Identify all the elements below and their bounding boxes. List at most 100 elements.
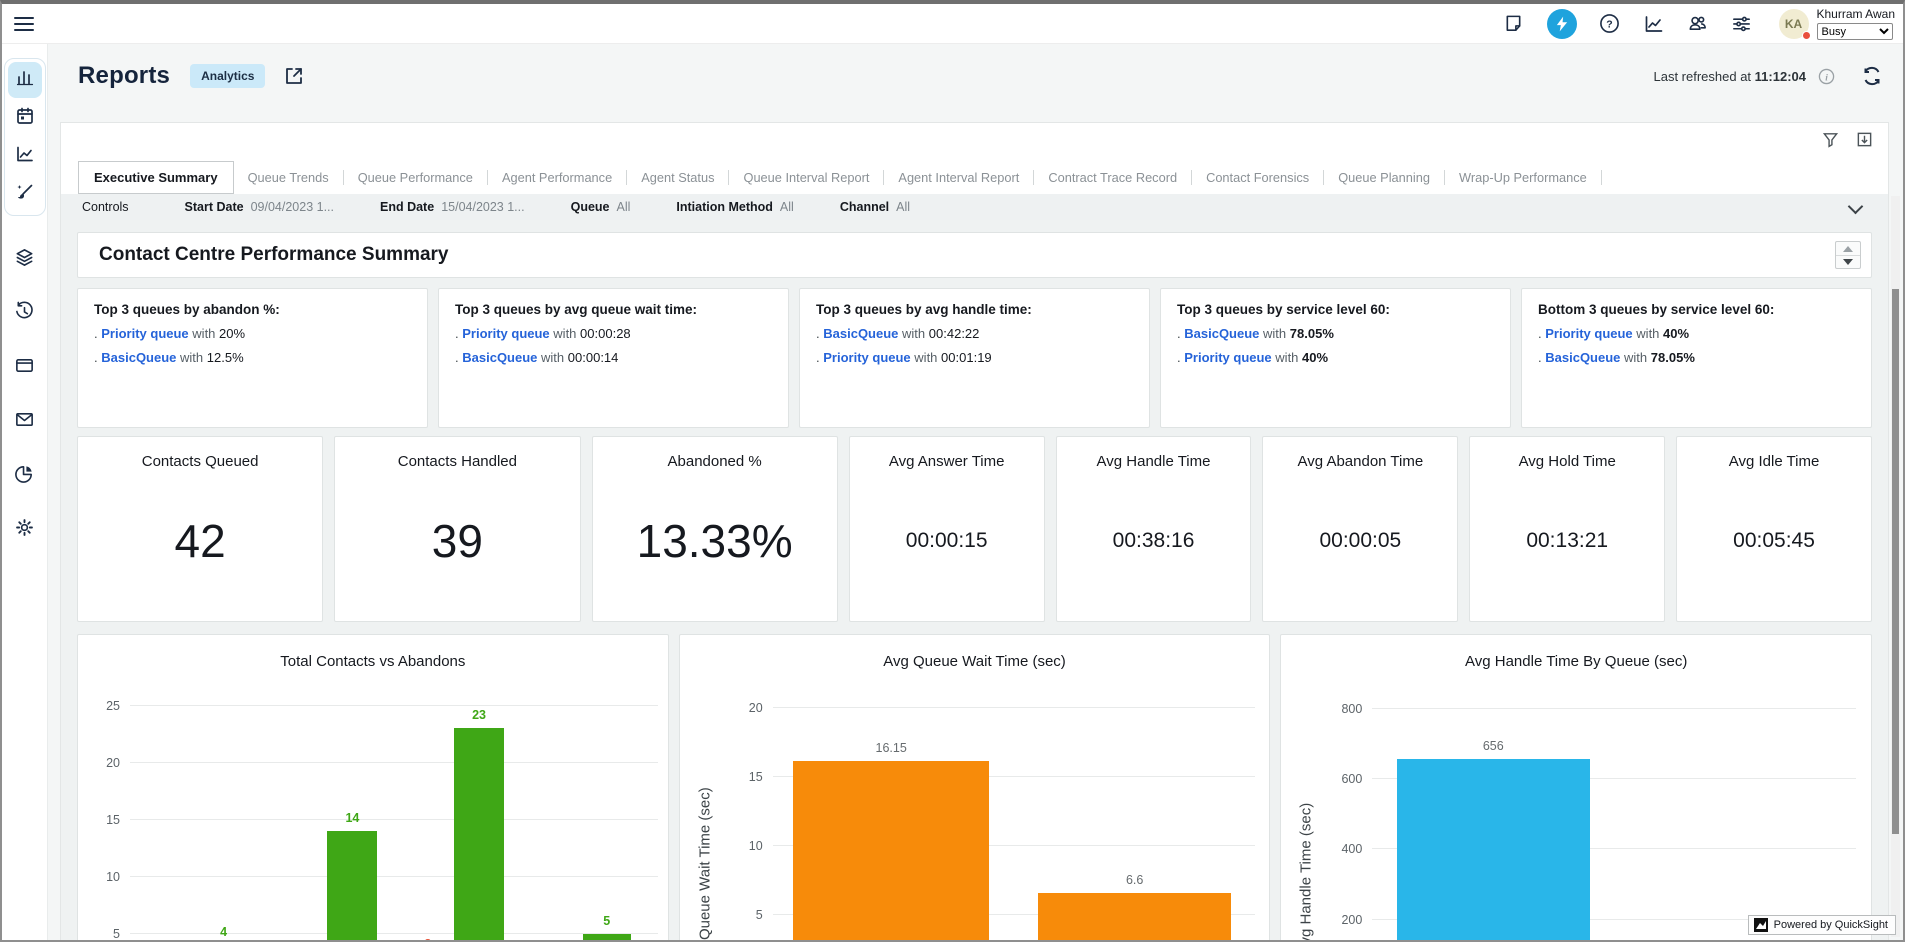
insight-title: Top 3 queues by avg queue wait time: <box>455 302 772 317</box>
sidebar-item-bar-chart[interactable] <box>8 62 42 98</box>
tab-agent-status[interactable]: Agent Status <box>627 170 728 185</box>
kpi-abandoned-pct: Abandoned % 13.33% <box>592 436 838 622</box>
export-icon[interactable] <box>1856 131 1874 149</box>
queue-link[interactable]: Priority queue <box>1545 326 1632 341</box>
queue-link[interactable]: BasicQueue <box>462 350 537 365</box>
gear-icon <box>14 517 35 543</box>
y-axis-tick-label: 200 <box>1341 913 1362 927</box>
kpi-label: Avg Idle Time <box>1729 453 1820 470</box>
sheet-scroll-spinner <box>1835 241 1861 269</box>
tab-agent-interval-report[interactable]: Agent Interval Report <box>884 170 1033 185</box>
tab-wrap-up-performance[interactable]: Wrap-Up Performance <box>1445 170 1601 185</box>
spinner-up-button[interactable] <box>1836 242 1860 255</box>
chart-plot-area: 510152016.156.6 <box>773 693 1256 940</box>
filter-initiation-method[interactable]: Intiation MethodAll <box>676 200 793 214</box>
tab-queue-interval-report[interactable]: Queue Interval Report <box>729 170 883 185</box>
sidebar-item-design[interactable] <box>8 176 42 212</box>
sidebar-item-pie-chart[interactable] <box>8 458 42 494</box>
bar-avg-handle-time[interactable] <box>1397 759 1590 940</box>
filter-funnel-icon[interactable] <box>1822 131 1840 149</box>
info-icon[interactable]: i <box>1818 68 1835 85</box>
sidebar-item-settings[interactable] <box>8 512 42 548</box>
queue-link[interactable]: Priority queue <box>1184 350 1271 365</box>
queue-link[interactable]: BasicQueue <box>101 350 176 365</box>
tab-executive-summary[interactable]: Executive Summary <box>78 161 234 194</box>
bar-value-label: 6.6 <box>1126 873 1143 887</box>
filter-queue[interactable]: QueueAll <box>571 200 631 214</box>
kpi-label: Contacts Queued <box>142 453 259 470</box>
kpi-value: 13.33% <box>637 514 793 568</box>
insight-card-abandon: Top 3 queues by abandon %: . Priority qu… <box>77 288 428 428</box>
sidebar-item-window[interactable] <box>8 350 42 386</box>
insight-line: . BasicQueue with 12.5% <box>94 350 411 365</box>
y-axis-tick-label: 25 <box>106 699 120 713</box>
y-axis-tick-label: 5 <box>113 927 120 940</box>
tab-queue-performance[interactable]: Queue Performance <box>344 170 487 185</box>
sidebar-item-calendar[interactable] <box>8 100 42 136</box>
queue-link[interactable]: Priority queue <box>462 326 549 341</box>
bar-total-contacts[interactable] <box>327 831 377 940</box>
filter-channel[interactable]: ChannelAll <box>840 200 910 214</box>
spinner-down-button[interactable] <box>1836 255 1860 268</box>
bar-avg-queue-wait-time[interactable] <box>1038 893 1231 940</box>
help-icon[interactable]: ? <box>1599 13 1621 35</box>
sidebar-item-mail[interactable] <box>8 404 42 440</box>
sidebar-item-history[interactable] <box>8 296 42 332</box>
vertical-scrollbar[interactable] <box>1891 196 1900 937</box>
insight-title: Top 3 queues by service level 60: <box>1177 302 1494 317</box>
queue-link[interactable]: Priority queue <box>823 350 910 365</box>
analytics-line-chart-icon[interactable] <box>1643 13 1665 35</box>
user-name: Khurram Awan <box>1817 7 1896 21</box>
queue-link[interactable]: BasicQueue <box>1545 350 1620 365</box>
controls-collapse-chevron-icon[interactable] <box>1850 203 1862 215</box>
insight-card-handle-time: Top 3 queues by avg handle time: . Basic… <box>799 288 1150 428</box>
tab-agent-performance[interactable]: Agent Performance <box>488 170 626 185</box>
filter-end-date[interactable]: End Date15/04/2023 1... <box>380 200 525 214</box>
hamburger-menu-icon[interactable] <box>14 17 34 31</box>
bar-total-contacts[interactable] <box>454 728 504 940</box>
kpi-avg-idle-time: Avg Idle Time 00:05:45 <box>1676 436 1872 622</box>
layers-icon <box>14 247 35 273</box>
tab-queue-planning[interactable]: Queue Planning <box>1324 170 1444 185</box>
page-header: Reports Analytics Last refreshed at 11:1… <box>48 44 1903 108</box>
status-dot <box>1802 31 1811 40</box>
report-tabs: Executive Summary Queue Trends Queue Per… <box>61 161 1888 194</box>
powered-by-quicksight-badge: Powered by QuickSight <box>1748 915 1896 935</box>
design-brush-icon <box>15 182 35 207</box>
bar-value-label: 4 <box>220 925 227 939</box>
sidebar-item-layers[interactable] <box>8 242 42 278</box>
kpi-label: Avg Hold Time <box>1519 453 1616 470</box>
notes-icon[interactable] <box>1503 13 1525 35</box>
quick-actions-bolt-icon[interactable] <box>1547 9 1577 39</box>
kpi-value: 00:05:45 <box>1733 529 1815 553</box>
sidebar-item-line-chart[interactable] <box>8 138 42 174</box>
insight-title: Top 3 queues by abandon %: <box>94 302 411 317</box>
tab-contract-trace-record[interactable]: Contract Trace Record <box>1034 170 1191 185</box>
chart-plot-area: 200400600800656 <box>1372 693 1856 940</box>
mail-icon <box>14 409 35 435</box>
external-link-icon[interactable] <box>283 65 305 87</box>
preferences-sliders-icon[interactable] <box>1731 13 1753 35</box>
filter-start-date[interactable]: Start Date09/04/2023 1... <box>185 200 334 214</box>
contacts-people-icon[interactable] <box>1687 13 1709 35</box>
tab-contact-forensics[interactable]: Contact Forensics <box>1192 170 1323 185</box>
refresh-icon[interactable] <box>1861 65 1883 87</box>
queue-link[interactable]: Priority queue <box>101 326 188 341</box>
charts-row: Total Contacts vs Abandons 5101520254143… <box>77 634 1872 940</box>
chart-plot-area: 5101520254143235 <box>130 693 658 940</box>
bar-total-contacts[interactable] <box>583 934 631 940</box>
status-select[interactable]: Busy <box>1817 23 1893 40</box>
tab-queue-trends[interactable]: Queue Trends <box>234 170 343 185</box>
kpi-avg-hold-time: Avg Hold Time 00:13:21 <box>1469 436 1665 622</box>
left-sidebar <box>2 44 48 940</box>
bar-avg-queue-wait-time[interactable] <box>793 761 988 940</box>
insight-card-service-level-bottom: Bottom 3 queues by service level 60: . P… <box>1521 288 1872 428</box>
main-content: Reports Analytics Last refreshed at 11:1… <box>48 44 1903 940</box>
gridline <box>130 819 658 820</box>
queue-link[interactable]: BasicQueue <box>823 326 898 341</box>
insight-line: . Priority queue with 40% <box>1538 326 1855 341</box>
avatar[interactable]: KA <box>1779 9 1809 39</box>
queue-link[interactable]: BasicQueue <box>1184 326 1259 341</box>
calendar-icon <box>15 106 35 131</box>
scrollbar-thumb[interactable] <box>1892 289 1899 834</box>
